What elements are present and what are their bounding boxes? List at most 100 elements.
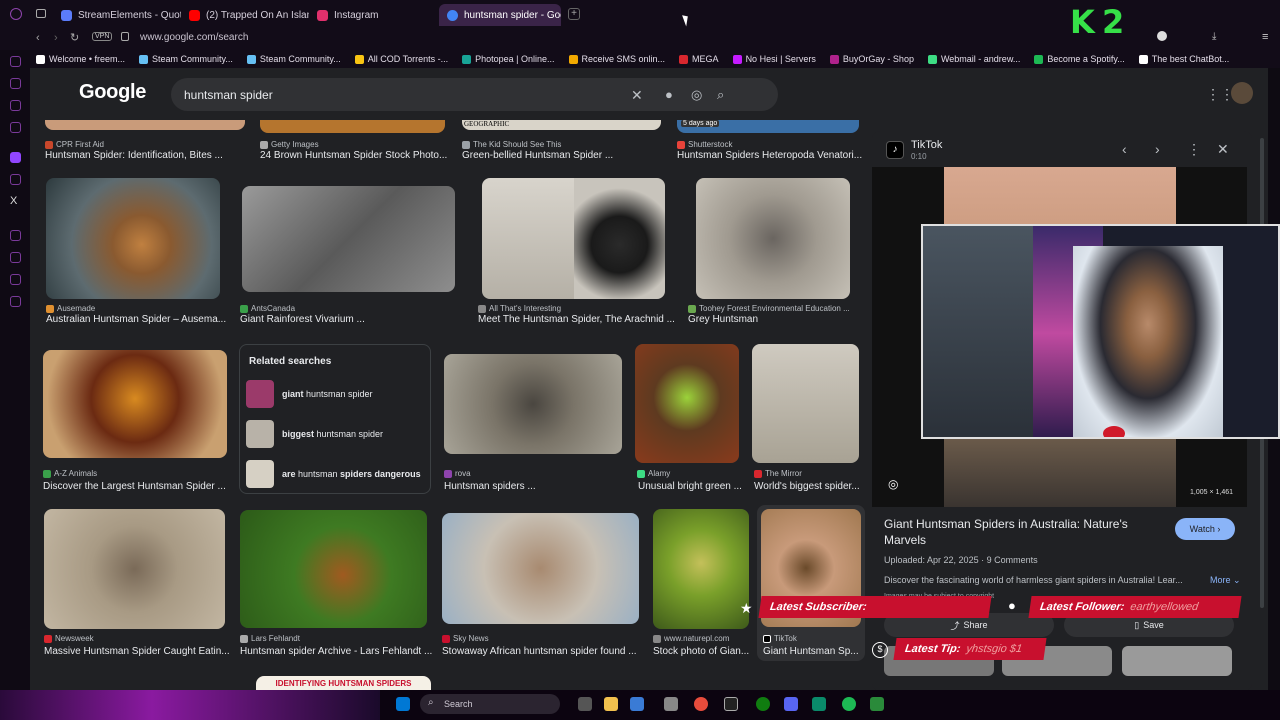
lens-icon[interactable]: ◎ xyxy=(691,87,702,103)
result-title[interactable]: Huntsman spider Archive - Lars Fehlandt … xyxy=(240,646,440,657)
mic-icon[interactable]: ● xyxy=(665,87,673,102)
reload-icon[interactable]: ↻ xyxy=(70,31,79,44)
bottom-result-peek[interactable]: IDENTIFYING HUNTSMAN SPIDERS xyxy=(256,676,431,690)
result-title[interactable]: Meet The Huntsman Spider, The Arachnid .… xyxy=(478,314,683,325)
result-card[interactable]: www.naturepl.com Stock photo of Gian... xyxy=(653,509,753,659)
app-icon[interactable] xyxy=(664,697,678,711)
result-title[interactable]: Australian Huntsman Spider – Ausema... xyxy=(46,314,226,325)
app-icon[interactable] xyxy=(724,697,738,711)
panel-source[interactable]: TikTok xyxy=(911,139,942,151)
result-card[interactable]: Sky News Stowaway African huntsman spide… xyxy=(442,509,642,659)
result-source[interactable]: The Kid Should See This xyxy=(462,140,662,149)
result-title[interactable]: Stock photo of Gian... xyxy=(653,646,753,657)
result-image[interactable] xyxy=(696,178,850,299)
tab-youtube[interactable]: (2) Trapped On An Island xyxy=(181,4,309,26)
result-image[interactable] xyxy=(752,344,859,463)
twitch-icon[interactable] xyxy=(10,152,21,163)
bookmark-item[interactable]: Steam Community... xyxy=(246,54,341,64)
lens-icon[interactable]: ◎ xyxy=(888,477,898,491)
sidebar-app-icon[interactable] xyxy=(10,296,21,307)
result-card[interactable]: Toohey Forest Environmental Education ..… xyxy=(688,178,868,328)
sidebar-app-icon[interactable] xyxy=(10,230,21,241)
bookmark-item[interactable]: The best ChatBot... xyxy=(1138,54,1229,64)
url-field[interactable]: www.google.com/search xyxy=(140,32,248,43)
file-explorer-icon[interactable] xyxy=(604,697,618,711)
app-icon[interactable] xyxy=(630,697,644,711)
bookmark-item[interactable]: Steam Community... xyxy=(139,54,233,64)
bookmark-item[interactable]: Photopea | Online... xyxy=(462,54,555,64)
result-title[interactable]: Grey Huntsman xyxy=(688,314,868,325)
sidebar-app-icon[interactable] xyxy=(10,78,21,89)
sidebar-app-icon[interactable] xyxy=(10,174,21,185)
close-icon[interactable]: ✕ xyxy=(631,87,643,104)
result-source[interactable]: Ausemade xyxy=(46,304,226,313)
result-source[interactable]: All That's Interesting xyxy=(478,304,683,313)
result-source[interactable]: CPR First Aid xyxy=(45,140,245,149)
search-input[interactable]: huntsman spider xyxy=(184,88,273,102)
apps-grid-icon[interactable]: ⋮⋮ xyxy=(1206,86,1234,103)
vpn-badge[interactable]: VPN xyxy=(92,32,113,41)
watch-button[interactable]: Watch › xyxy=(1175,518,1235,540)
result-title[interactable]: Huntsman spiders ... xyxy=(444,481,624,492)
result-source[interactable]: Shutterstock xyxy=(677,140,862,149)
result-image[interactable] xyxy=(574,178,665,299)
result-title[interactable]: Green-bellied Huntsman Spider ... xyxy=(462,150,662,161)
x-icon[interactable]: X xyxy=(10,195,17,207)
panel-title[interactable]: Giant Huntsman Spiders in Australia: Nat… xyxy=(884,516,1154,548)
result-title[interactable]: Unusual bright green ... xyxy=(638,481,745,492)
tab-instagram[interactable]: Instagram xyxy=(309,4,437,26)
result-title[interactable]: Discover the Largest Huntsman Spider ... xyxy=(43,481,233,492)
xbox-icon[interactable] xyxy=(756,697,770,711)
opera-gx-icon[interactable] xyxy=(694,697,708,711)
result-card[interactable]: All That's Interesting Meet The Huntsman… xyxy=(478,178,683,328)
result-image[interactable] xyxy=(44,509,225,629)
result-title[interactable]: Giant Rainforest Vivarium ... xyxy=(240,314,460,325)
result-title[interactable]: Massive Huntsman Spider Caught Eatin... xyxy=(44,646,234,657)
result-source[interactable]: www.naturepl.com xyxy=(653,634,753,643)
search-box[interactable]: huntsman spider ✕ ● ◎ ⌕ xyxy=(171,78,778,111)
search-icon[interactable]: ⌕ xyxy=(717,87,724,103)
spotify-icon[interactable] xyxy=(842,697,856,711)
new-tab-button[interactable]: + xyxy=(568,8,580,20)
download-icon[interactable]: ⤓ xyxy=(1212,31,1216,42)
result-card[interactable]: The Mirror World's biggest spider... xyxy=(752,344,867,498)
bookmark-item[interactable]: Webmail - andrew... xyxy=(927,54,1020,64)
previous-icon[interactable]: ‹ xyxy=(1122,141,1127,157)
result-image[interactable] xyxy=(260,120,445,133)
result-card[interactable]: Alamy Unusual bright green ... xyxy=(635,344,745,498)
result-source[interactable]: Sky News xyxy=(442,634,642,643)
bookmark-item[interactable]: All COD Torrents -... xyxy=(354,54,448,64)
tab-streamelements[interactable]: StreamElements - Quotes xyxy=(53,4,181,26)
sidebar-app-icon[interactable] xyxy=(10,56,21,67)
result-source[interactable]: Getty Images xyxy=(260,140,450,149)
related-search-item[interactable]: giant huntsman spider xyxy=(246,380,426,408)
avatar[interactable] xyxy=(1231,82,1253,104)
sidebar-app-icon[interactable] xyxy=(10,100,21,111)
result-source[interactable]: A-Z Animals xyxy=(43,469,233,478)
result-title[interactable]: Huntsman Spiders Heteropoda Venatori... xyxy=(677,150,862,161)
result-image[interactable] xyxy=(653,509,749,629)
result-card[interactable]: CPR First Aid Huntsman Spider: Identific… xyxy=(45,120,245,165)
more-button[interactable]: More ⌄ xyxy=(1210,575,1241,586)
result-title[interactable]: Stowaway African huntsman spider found .… xyxy=(442,646,642,657)
related-search-item[interactable]: are huntsman spiders dangerous xyxy=(246,460,426,488)
sidebar-app-icon[interactable] xyxy=(10,252,21,263)
forward-icon[interactable]: › xyxy=(54,32,58,44)
sidebar-app-icon[interactable] xyxy=(10,122,21,133)
related-search-item[interactable]: biggest huntsman spider xyxy=(246,420,426,448)
result-image[interactable] xyxy=(635,344,739,463)
result-title[interactable]: World's biggest spider... xyxy=(754,481,866,492)
bookmark-item[interactable]: MEGA xyxy=(679,54,719,64)
result-source[interactable]: AntsCanada xyxy=(240,304,460,313)
result-image[interactable]: GEOGRAPHIC xyxy=(462,120,661,130)
result-title[interactable]: Huntsman Spider: Identification, Bites .… xyxy=(45,150,245,161)
task-view-icon[interactable] xyxy=(578,697,592,711)
start-icon[interactable] xyxy=(396,697,410,711)
result-card[interactable]: GEOGRAPHIC The Kid Should See This Green… xyxy=(462,120,662,165)
result-image[interactable] xyxy=(45,120,245,130)
result-source[interactable]: The Mirror xyxy=(754,469,866,478)
result-card[interactable]: Newsweek Massive Huntsman Spider Caught … xyxy=(44,509,234,659)
result-card[interactable]: Getty Images 24 Brown Huntsman Spider St… xyxy=(260,120,450,165)
app-icon[interactable] xyxy=(812,697,826,711)
result-image[interactable] xyxy=(482,178,574,299)
